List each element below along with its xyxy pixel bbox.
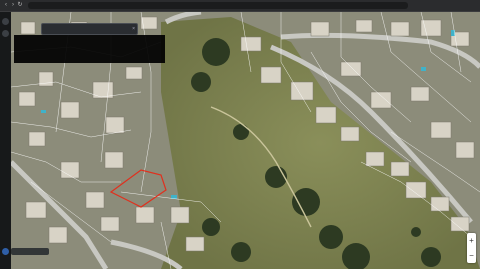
close-icon[interactable]: × [132, 24, 135, 34]
back-arrow-icon[interactable]: ‹ [3, 2, 9, 8]
user-avatar[interactable] [2, 248, 9, 255]
forward-arrow-icon[interactable]: › [10, 2, 16, 8]
browser-toolbar: ‹ › ↻ [0, 0, 480, 12]
zoom-in-button[interactable]: + [467, 233, 476, 248]
layers-icon[interactable] [2, 30, 9, 37]
parcel-info-panel [14, 35, 165, 63]
menu-icon[interactable] [2, 18, 9, 25]
zoom-control: + − [467, 233, 476, 263]
address-bar[interactable] [28, 2, 408, 9]
reload-icon[interactable]: ↻ [17, 2, 23, 8]
search-input[interactable]: × [41, 23, 138, 35]
zoom-out-button[interactable]: − [467, 248, 476, 263]
map-status-bar [11, 248, 49, 255]
